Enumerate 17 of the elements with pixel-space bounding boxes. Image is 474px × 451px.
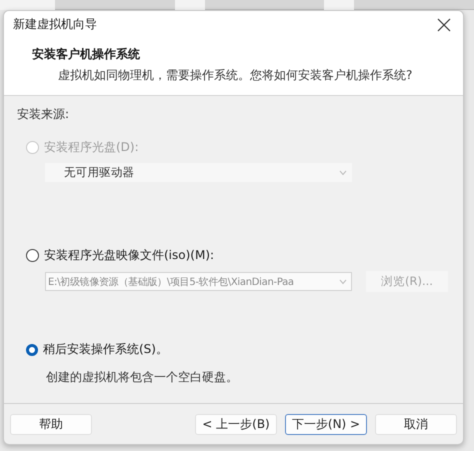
wizard-button[interactable]: 下一步(N) > — [285, 414, 367, 434]
close-icon[interactable] — [437, 18, 451, 32]
section-label: 安装来源: — [17, 106, 70, 123]
caret-icon — [339, 278, 347, 284]
header-subtitle: 虚拟机如同物理机，需要操作系统。您将如何安装客户机操作系统? — [57, 67, 414, 84]
option-note: 创建的虚拟机将包含一个空白硬盘。 — [45, 369, 239, 386]
wizard-button[interactable]: 取消 — [375, 414, 457, 434]
radio-label: 安装程序光盘(D): — [44, 139, 139, 156]
radio-button[interactable] — [26, 249, 39, 262]
window-title: 新建虚拟机向导 — [13, 16, 97, 33]
header-title: 安装客户机操作系统 — [32, 46, 141, 63]
radio-label: 稍后安装操作系统(S)。 — [43, 341, 168, 358]
radio-button[interactable] — [26, 344, 38, 356]
radio-label: 安装程序光盘映像文件(iso)(M): — [44, 247, 214, 264]
wizard-button[interactable]: 帮助 — [10, 414, 92, 434]
wizard-button[interactable]: < 上一步(B) — [195, 414, 277, 434]
caret-icon — [339, 170, 347, 176]
